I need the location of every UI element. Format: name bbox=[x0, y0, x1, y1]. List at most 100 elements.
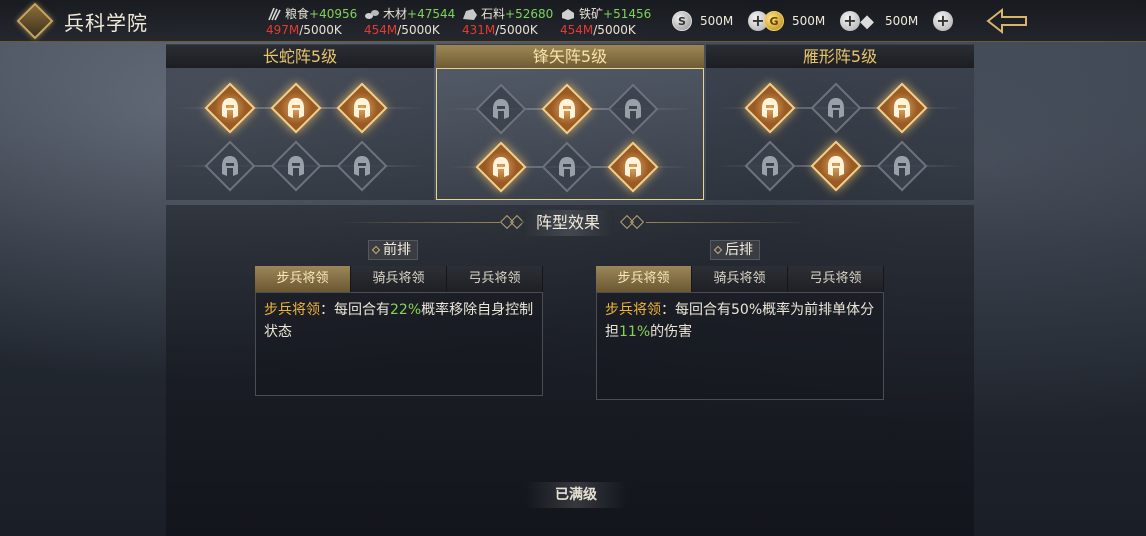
silver-coin-icon: S bbox=[672, 11, 692, 31]
inactive-general-slot bbox=[541, 141, 593, 193]
grain-icon bbox=[268, 7, 281, 21]
tab-back-cavalry[interactable]: 骑兵将领 bbox=[692, 266, 788, 292]
ornament-icon bbox=[629, 214, 645, 230]
currency-silver: S 500M + bbox=[672, 10, 768, 32]
helmet-icon bbox=[559, 157, 575, 177]
currency-amount: 500M bbox=[885, 14, 919, 28]
resource-gain: +47544 bbox=[407, 7, 456, 21]
helmet-icon bbox=[493, 157, 509, 177]
inactive-general-slot bbox=[607, 83, 659, 135]
resource-name: 铁矿 bbox=[579, 7, 604, 21]
active-general-slot bbox=[607, 141, 659, 193]
effect-header: 阵型效果 bbox=[0, 208, 1146, 238]
gold-coin-icon: G bbox=[764, 11, 784, 31]
resource-current: 431M bbox=[462, 23, 496, 37]
active-general-slot bbox=[475, 141, 527, 193]
resource-max: /5000K bbox=[495, 23, 538, 37]
effect-title: 阵型效果 bbox=[522, 210, 614, 236]
formation-title: 雁形阵5级 bbox=[706, 44, 974, 68]
resource-max: /5000K bbox=[299, 23, 342, 37]
front-tabs: 步兵将领 骑兵将领 弓兵将领 bbox=[255, 266, 543, 292]
formation-grid bbox=[166, 68, 434, 200]
add-diamond-button[interactable]: + bbox=[933, 11, 953, 31]
formation-title: 锋矢阵5级 bbox=[436, 44, 704, 68]
page-title: 兵科学院 bbox=[64, 10, 148, 35]
resource-stone: 石料 +52680 431M/5000K bbox=[462, 6, 553, 38]
tab-front-cavalry[interactable]: 骑兵将领 bbox=[351, 266, 447, 292]
back-row-label: 后排 bbox=[710, 240, 760, 260]
helmet-icon bbox=[894, 156, 910, 176]
front-row-label: 前排 bbox=[368, 240, 418, 260]
wood-icon bbox=[365, 10, 379, 19]
bullet-icon bbox=[713, 245, 723, 255]
active-general-slot bbox=[204, 82, 256, 134]
stone-icon bbox=[463, 9, 477, 20]
inactive-general-slot bbox=[204, 140, 256, 192]
divider bbox=[646, 222, 806, 223]
helmet-icon bbox=[625, 99, 641, 119]
formation-grid bbox=[706, 68, 974, 200]
active-general-slot bbox=[876, 82, 928, 134]
resource-name: 石料 bbox=[481, 7, 506, 21]
resource-max: /5000K bbox=[593, 23, 636, 37]
active-general-slot bbox=[744, 82, 796, 134]
front-effect-description: 步兵将领：每回合有22%概率移除自身控制状态 bbox=[255, 292, 543, 396]
desc-number: 22% bbox=[390, 302, 422, 318]
back-tabs: 步兵将领 骑兵将领 弓兵将领 bbox=[596, 266, 884, 292]
helmet-icon bbox=[493, 99, 509, 119]
formation-card[interactable]: 长蛇阵5级 bbox=[166, 44, 434, 200]
back-effect-description: 步兵将领：每回合有50%概率为前排单体分担11%的伤害 bbox=[596, 292, 884, 400]
helmet-icon bbox=[894, 98, 910, 118]
formation-card[interactable]: 锋矢阵5级 bbox=[436, 44, 704, 200]
iron-icon bbox=[562, 9, 574, 20]
inactive-general-slot bbox=[336, 140, 388, 192]
desc-keyword: 步兵将领 bbox=[264, 302, 320, 318]
inactive-general-slot bbox=[475, 83, 527, 135]
top-bar: 兵科学院 粮食 +40956 497M/5000K 木材 +47544 454M… bbox=[0, 0, 1146, 42]
helmet-icon bbox=[222, 156, 238, 176]
helmet-icon bbox=[625, 157, 641, 177]
inactive-general-slot bbox=[744, 140, 796, 192]
resource-gain: +52680 bbox=[505, 7, 554, 21]
active-general-slot bbox=[810, 140, 862, 192]
resource-current: 497M bbox=[266, 23, 300, 37]
diamond-icon: ◆ bbox=[860, 10, 874, 32]
max-level-status: 已满级 bbox=[526, 482, 626, 508]
helmet-icon bbox=[354, 156, 370, 176]
currency-amount: 500M bbox=[700, 14, 734, 28]
resource-gain: +51456 bbox=[603, 7, 652, 21]
front-row-text: 前排 bbox=[383, 242, 411, 258]
desc-text: ：每回合有 bbox=[320, 302, 390, 318]
title-emblem-icon bbox=[16, 2, 54, 40]
resource-grain: 粮食 +40956 497M/5000K bbox=[266, 6, 357, 38]
currency-diamond: ◆ 500M + bbox=[857, 10, 953, 32]
helmet-icon bbox=[828, 156, 844, 176]
helmet-icon bbox=[762, 98, 778, 118]
inactive-general-slot bbox=[876, 140, 928, 192]
helmet-icon bbox=[288, 98, 304, 118]
divider bbox=[340, 222, 500, 223]
bullet-icon bbox=[371, 245, 381, 255]
back-arrow-icon[interactable] bbox=[984, 6, 1030, 36]
resource-wood: 木材 +47544 454M/5000K bbox=[364, 6, 455, 38]
inactive-general-slot bbox=[270, 140, 322, 192]
tab-front-archer[interactable]: 弓兵将领 bbox=[447, 266, 543, 292]
desc-text: 的伤害 bbox=[650, 324, 693, 340]
page-title-group: 兵科学院 bbox=[16, 2, 148, 40]
formation-grid bbox=[436, 68, 704, 200]
helmet-icon bbox=[222, 98, 238, 118]
formation-card[interactable]: 雁形阵5级 bbox=[706, 44, 974, 200]
inactive-general-slot bbox=[810, 82, 862, 134]
formation-title: 长蛇阵5级 bbox=[166, 44, 434, 68]
active-general-slot bbox=[270, 82, 322, 134]
helmet-icon bbox=[354, 98, 370, 118]
helmet-icon bbox=[762, 156, 778, 176]
tab-back-archer[interactable]: 弓兵将领 bbox=[788, 266, 884, 292]
resource-gain: +40956 bbox=[309, 7, 358, 21]
tab-back-infantry[interactable]: 步兵将领 bbox=[596, 266, 692, 292]
resource-name: 粮食 bbox=[285, 7, 310, 21]
resource-name: 木材 bbox=[383, 7, 408, 21]
active-general-slot bbox=[336, 82, 388, 134]
tab-front-infantry[interactable]: 步兵将领 bbox=[255, 266, 351, 292]
resource-current: 454M bbox=[364, 23, 398, 37]
